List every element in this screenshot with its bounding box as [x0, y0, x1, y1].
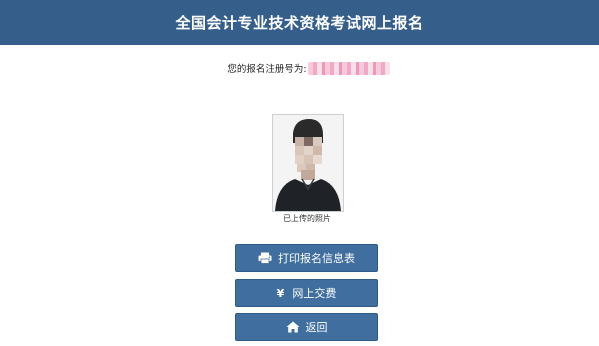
online-payment-button[interactable]: ¥ 网上交费: [235, 279, 378, 307]
page-header: 全国会计专业技术资格考试网上报名: [0, 0, 599, 45]
registration-number-line: 您的报名注册号为:: [0, 61, 599, 75]
registration-number-label: 您的报名注册号为:: [227, 64, 307, 75]
registration-result-page: 全国会计专业技术资格考试网上报名 您的报名注册号为: 已上传的照片 打印报名信息…: [0, 0, 599, 346]
print-registration-label: 打印报名信息表: [278, 252, 355, 265]
uploaded-photo: [272, 114, 344, 212]
photo-image: [273, 115, 343, 211]
online-payment-label: 网上交费: [292, 287, 337, 300]
back-label: 返回: [305, 321, 328, 334]
back-button[interactable]: 返回: [235, 313, 378, 341]
registration-number-redacted: [307, 61, 390, 75]
yen-icon: ¥: [276, 286, 285, 300]
printer-icon: [258, 252, 272, 264]
page-title: 全国会计专业技术资格考试网上报名: [175, 14, 424, 32]
home-icon: [286, 321, 300, 333]
print-registration-button[interactable]: 打印报名信息表: [235, 244, 378, 272]
photo-caption: 已上传的照片: [283, 214, 331, 223]
